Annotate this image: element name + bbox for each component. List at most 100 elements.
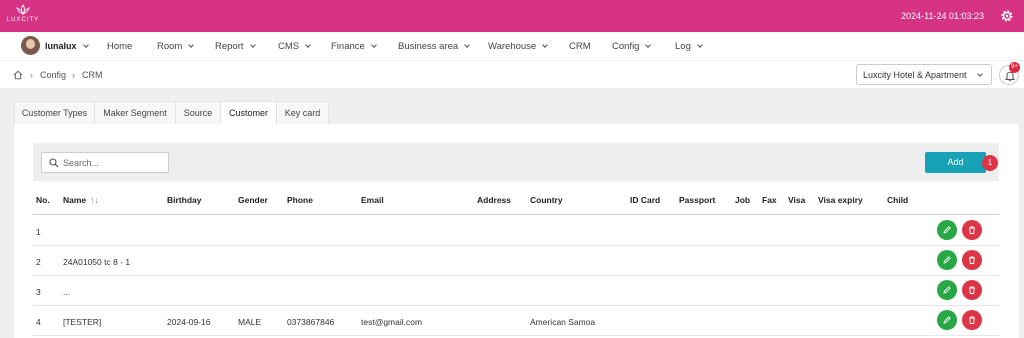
brand-logo[interactable]: LUXCITY — [6, 4, 40, 28]
add-count-badge: 1 — [982, 155, 998, 171]
column-address: Address — [477, 195, 512, 205]
nav-item-label: Log — [675, 41, 691, 52]
nav-item-log[interactable]: Log — [675, 41, 703, 52]
sort-icon[interactable]: ↑↓ — [90, 195, 99, 205]
tab-source[interactable]: Source — [175, 101, 221, 125]
search-input[interactable] — [63, 155, 163, 170]
cell-name: 24A01050 tc 8 - 1 — [63, 257, 131, 267]
pencil-icon — [943, 286, 951, 294]
chevron-down-icon — [249, 42, 256, 48]
lotus-logo-icon — [16, 4, 30, 15]
current-datetime: 2024-11-24 01:03:23 — [901, 11, 984, 21]
delete-button[interactable] — [962, 220, 982, 240]
cell-no: 3 — [36, 287, 41, 297]
nav-item-room[interactable]: Room — [157, 41, 195, 52]
nav-item-home[interactable]: Home — [107, 41, 132, 52]
gear-icon[interactable] — [1000, 9, 1014, 23]
tab-label: Source — [183, 108, 213, 118]
tab-label: Customer Types — [21, 108, 88, 118]
nav-item-cms[interactable]: CMS — [278, 41, 311, 52]
column-birthday: Birthday — [167, 195, 202, 205]
cell-name: ... — [63, 287, 71, 297]
tab-customer-types[interactable]: Customer Types — [14, 101, 95, 125]
column-phone: Phone — [287, 195, 313, 205]
table-row: 1 — [33, 216, 999, 246]
nav-item-label: Warehouse — [488, 41, 537, 52]
column-name[interactable]: Name ↑↓ — [63, 195, 99, 205]
home-icon[interactable] — [13, 70, 23, 80]
nav-item-crm[interactable]: CRM — [569, 41, 591, 52]
pencil-icon — [943, 226, 951, 234]
nav-item-label: Home — [107, 41, 133, 52]
trash-icon — [969, 316, 975, 324]
chevron-right-icon: › — [72, 70, 75, 80]
main-nav: lunalux Home Room Report CMS Finance Bus… — [0, 32, 1024, 60]
chevron-down-icon — [188, 42, 195, 48]
column-name-label: Name — [63, 195, 87, 205]
column-passport: Passport — [679, 195, 716, 205]
tab-key-card[interactable]: Key card — [276, 101, 329, 125]
breadcrumb-crm: CRM — [82, 70, 103, 80]
chevron-down-icon — [370, 42, 377, 48]
nav-item-label: Finance — [331, 41, 365, 52]
pencil-icon — [943, 256, 951, 264]
edit-button[interactable] — [937, 220, 957, 240]
edit-button[interactable] — [937, 310, 957, 330]
chevron-down-icon — [305, 42, 311, 48]
hotel-select[interactable]: Luxcity Hotel & Apartment — [856, 64, 992, 85]
trash-icon — [969, 256, 975, 264]
nav-item-label: CMS — [278, 41, 300, 52]
cell-no: 2 — [36, 257, 41, 267]
table-toolbar: Add 1 — [33, 143, 999, 181]
chevron-down-icon — [977, 71, 983, 77]
cell-email: test@gmail.com — [361, 317, 423, 327]
chevron-down-icon — [542, 42, 549, 48]
column-email: Email — [361, 195, 384, 205]
hotel-select-value: Luxcity Hotel & Apartment — [863, 70, 967, 80]
avatar[interactable] — [21, 36, 40, 55]
chevron-down-icon — [697, 42, 703, 48]
trash-icon — [969, 286, 975, 294]
tab-maker-segment[interactable]: Maker Segment — [94, 101, 176, 125]
customer-panel: Add 1 No. Name↑↓ Birthday Gender Phone E… — [14, 124, 1019, 338]
table-row: 2 24A01050 tc 8 - 1 — [33, 246, 999, 276]
delete-button[interactable] — [962, 310, 982, 330]
nav-item-warehouse[interactable]: Warehouse — [488, 41, 549, 52]
nav-item-label: Business area — [398, 41, 459, 52]
column-id-card: ID Card — [630, 195, 661, 205]
nav-item-business-area[interactable]: Business area — [398, 41, 471, 52]
delete-button[interactable] — [962, 250, 982, 270]
search-icon — [49, 158, 59, 168]
nav-item-label: CRM — [569, 41, 591, 52]
tab-customer[interactable]: Customer — [220, 101, 277, 125]
delete-button[interactable] — [962, 280, 982, 300]
nav-item-report[interactable]: Report — [215, 41, 256, 52]
search-box[interactable] — [41, 152, 169, 173]
edit-button[interactable] — [937, 280, 957, 300]
notifications-button[interactable]: 9+ — [999, 62, 1020, 85]
tab-label: Customer — [228, 108, 268, 118]
chevron-right-icon: › — [30, 70, 33, 80]
column-child: Child — [887, 195, 909, 205]
add-button[interactable]: Add — [925, 152, 986, 173]
user-menu[interactable]: lunalux — [45, 41, 89, 51]
cell-no: 1 — [36, 227, 41, 237]
add-button-label: Add — [947, 157, 964, 167]
notification-badge: 9+ — [1009, 62, 1020, 73]
breadcrumb-config[interactable]: Config — [40, 70, 66, 80]
cell-birthday: 2024-09-16 — [167, 317, 211, 327]
user-name: lunalux — [45, 41, 77, 51]
table-row: 4 [TESTER] 2024-09-16 MALE 0373867846 te… — [33, 306, 999, 336]
chevron-down-icon — [464, 42, 471, 48]
cell-no: 4 — [36, 317, 41, 327]
nav-item-finance[interactable]: Finance — [331, 41, 377, 52]
nav-item-label: Room — [157, 41, 183, 52]
cell-country: American Samoa — [530, 317, 596, 327]
brand-name: LUXCITY — [6, 17, 40, 23]
column-fax: Fax — [762, 195, 777, 205]
nav-item-config[interactable]: Config — [612, 41, 652, 52]
cell-name: [TESTER] — [63, 317, 102, 327]
trash-icon — [969, 226, 975, 234]
column-no: No. — [36, 195, 50, 205]
edit-button[interactable] — [937, 250, 957, 270]
